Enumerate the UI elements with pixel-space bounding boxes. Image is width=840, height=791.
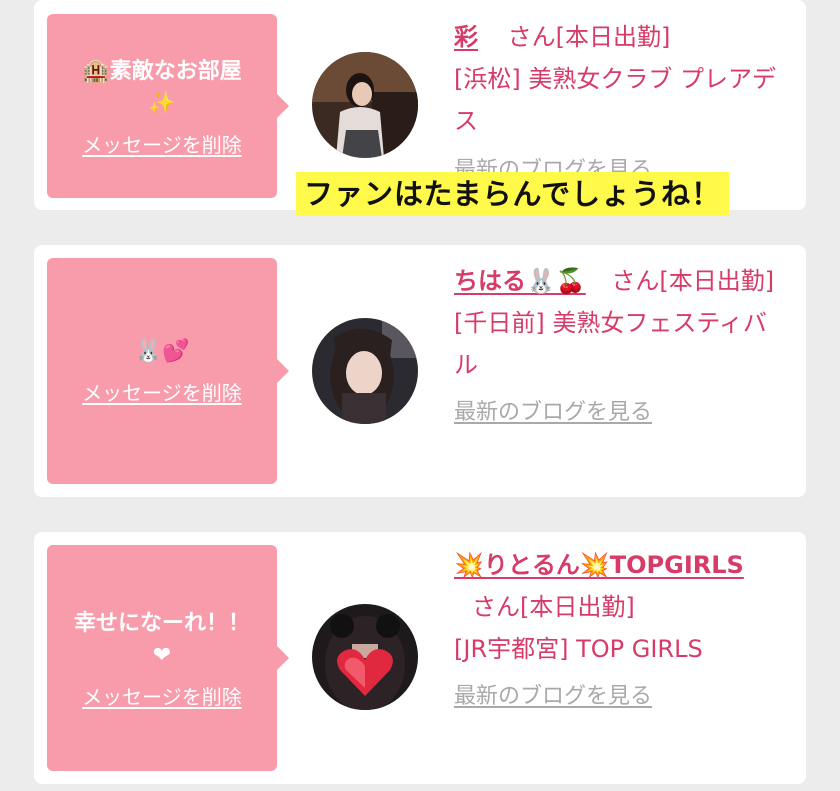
cast-info: ちはる🐰🍒 さん[本日出勤] [千日前] 美熟女フェスティバル 最新のブログを見… — [454, 260, 789, 434]
caption-overlay: ファンはたまらんでしょうね！ — [296, 172, 730, 216]
favorite-card: 🐰💕 メッセージを削除 ちはる🐰🍒 さん[本日出勤] [千日前] 美熟女フェステ… — [34, 245, 806, 497]
avatar[interactable] — [312, 52, 418, 158]
avatar[interactable] — [312, 318, 418, 424]
cast-name-link[interactable]: ちはる🐰🍒 — [454, 267, 586, 295]
cast-info: 💥りとるん💥TOPGIRLS さん[本日出勤] [JR宇都宮] TOP GIRL… — [454, 544, 789, 718]
shop-name: [浜松] 美熟女クラブ プレアデス — [454, 65, 776, 135]
latest-blog-link[interactable]: 最新のブログを見る — [454, 676, 652, 718]
cast-status: さん[本日出勤] — [611, 267, 775, 295]
cast-name-link[interactable]: 彩 — [454, 23, 478, 51]
delete-message-link[interactable]: メッセージを削除 — [82, 681, 242, 710]
avatar[interactable] — [312, 604, 418, 710]
avatar-photo — [312, 52, 418, 158]
message-bubble: 🏨素敵なお部屋 ✨ メッセージを削除 — [47, 14, 289, 198]
rabbit-heart-icon: 🐰💕 — [134, 338, 190, 364]
cast-status: さん[本日出勤] — [507, 23, 671, 51]
message-bubble: 幸せになーれ！！ ❤ メッセージを削除 — [47, 545, 289, 771]
shop-name: [千日前] 美熟女フェスティバル — [454, 309, 767, 379]
shop-name: [JR宇都宮] TOP GIRLS — [454, 635, 703, 663]
delete-message-link[interactable]: メッセージを削除 — [82, 377, 242, 406]
favorite-card: 幸せになーれ！！ ❤ メッセージを削除 💥りとるん💥TOPGIRLS さん[本日… — [34, 532, 806, 784]
sparkles-icon: ✨ — [148, 90, 176, 116]
cast-name-link[interactable]: 💥りとるん💥TOPGIRLS — [454, 551, 744, 579]
cast-info: 彩 さん[本日出勤] [浜松] 美熟女クラブ プレアデス 最新のブログを見る — [454, 16, 789, 192]
message-text: 幸せになーれ！！ — [73, 610, 250, 636]
avatar-photo — [312, 318, 418, 424]
cast-status: さん[本日出勤] — [472, 593, 635, 621]
message-text: 🏨素敵なお部屋 — [82, 58, 242, 84]
message-bubble: 🐰💕 メッセージを削除 — [47, 258, 289, 484]
heart-icon: ❤ — [152, 642, 172, 668]
latest-blog-link[interactable]: 最新のブログを見る — [454, 392, 652, 434]
avatar-photo — [312, 604, 418, 710]
delete-message-link[interactable]: メッセージを削除 — [82, 129, 242, 158]
